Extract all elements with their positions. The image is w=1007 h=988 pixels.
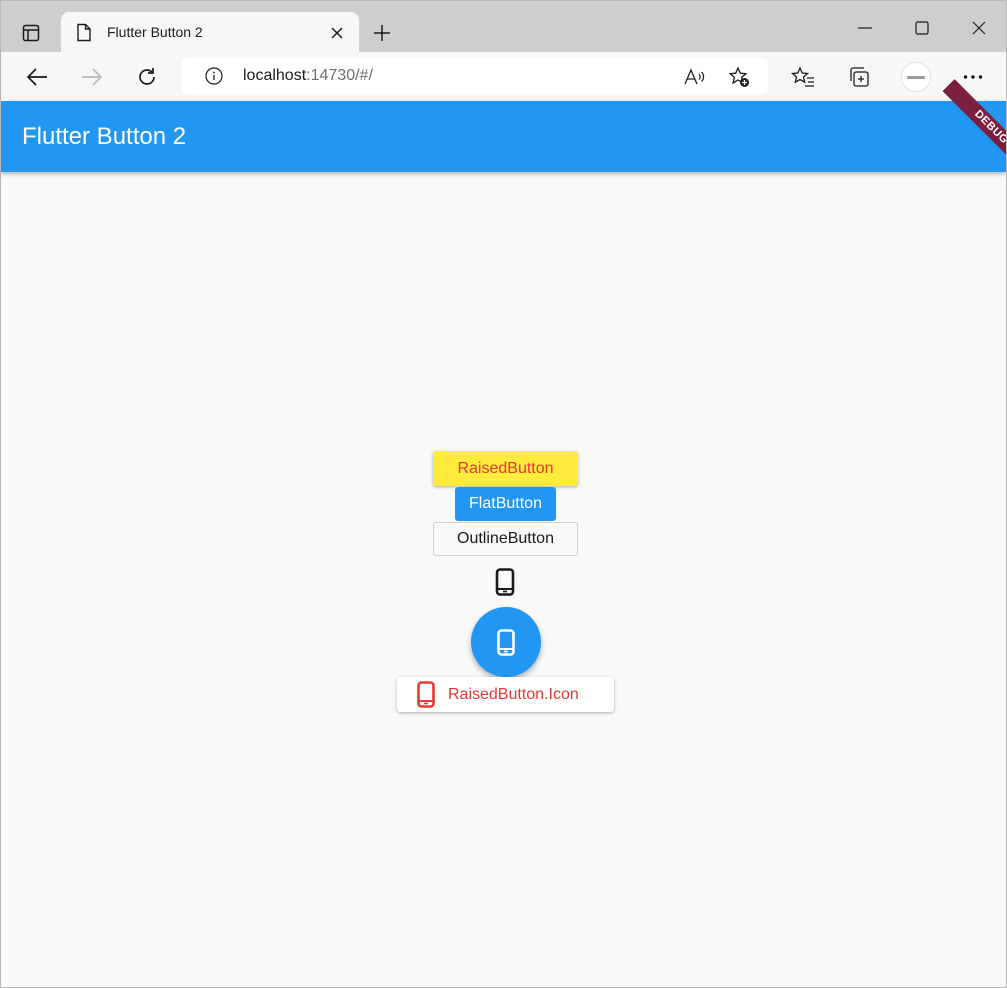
- tab-actions-icon[interactable]: [13, 18, 49, 48]
- close-window-icon[interactable]: [964, 15, 994, 41]
- outline-button[interactable]: OutlineButton: [433, 522, 578, 556]
- address-bar[interactable]: localhost:14730/#/: [182, 58, 768, 94]
- raised-button[interactable]: RaisedButton: [433, 451, 578, 486]
- app-bar: Flutter Button 2: [1, 101, 1006, 172]
- url-host: localhost: [243, 67, 307, 84]
- url-rest: :14730/#/: [306, 67, 373, 84]
- avatar[interactable]: [901, 62, 931, 92]
- collections-icon[interactable]: [846, 64, 872, 90]
- document-icon: [76, 23, 92, 47]
- phone-icon: [497, 628, 515, 656]
- url-text: localhost:14730/#/: [243, 67, 373, 85]
- phone-icon: [417, 681, 435, 708]
- refresh-icon[interactable]: [134, 64, 160, 90]
- maximize-icon[interactable]: [907, 15, 937, 41]
- favorites-icon[interactable]: [790, 64, 816, 90]
- phone-icon-button[interactable]: [491, 566, 519, 598]
- close-icon[interactable]: [327, 23, 347, 43]
- tab-strip: Flutter Button 2: [1, 1, 1006, 53]
- read-aloud-icon[interactable]: [684, 66, 706, 88]
- toolbar: localhost:14730/#/: [1, 52, 1006, 101]
- more-icon[interactable]: [960, 64, 986, 90]
- floating-action-button[interactable]: [471, 607, 541, 677]
- app-body: RaisedButton FlatButton OutlineButton Ra…: [1, 172, 1006, 987]
- raised-icon-button[interactable]: RaisedButton.Icon: [397, 677, 614, 712]
- tab-active[interactable]: Flutter Button 2: [61, 12, 359, 53]
- plus-icon[interactable]: [370, 21, 394, 45]
- add-favorite-icon[interactable]: [728, 66, 750, 88]
- browser-window: Flutter Button 2 localhost:14730/#/ Flut…: [0, 0, 1007, 988]
- raised-icon-button-label: RaisedButton.Icon: [448, 685, 579, 703]
- back-arrow-icon[interactable]: [24, 64, 50, 90]
- avatar-image: [907, 75, 925, 79]
- phone-icon: [495, 568, 515, 596]
- flat-button[interactable]: FlatButton: [455, 487, 556, 521]
- minimize-icon[interactable]: [850, 15, 880, 41]
- page-title: Flutter Button 2: [22, 123, 187, 150]
- forward-arrow-icon[interactable]: [79, 64, 105, 90]
- tab-title: Flutter Button 2: [107, 24, 203, 40]
- info-icon[interactable]: [204, 66, 224, 86]
